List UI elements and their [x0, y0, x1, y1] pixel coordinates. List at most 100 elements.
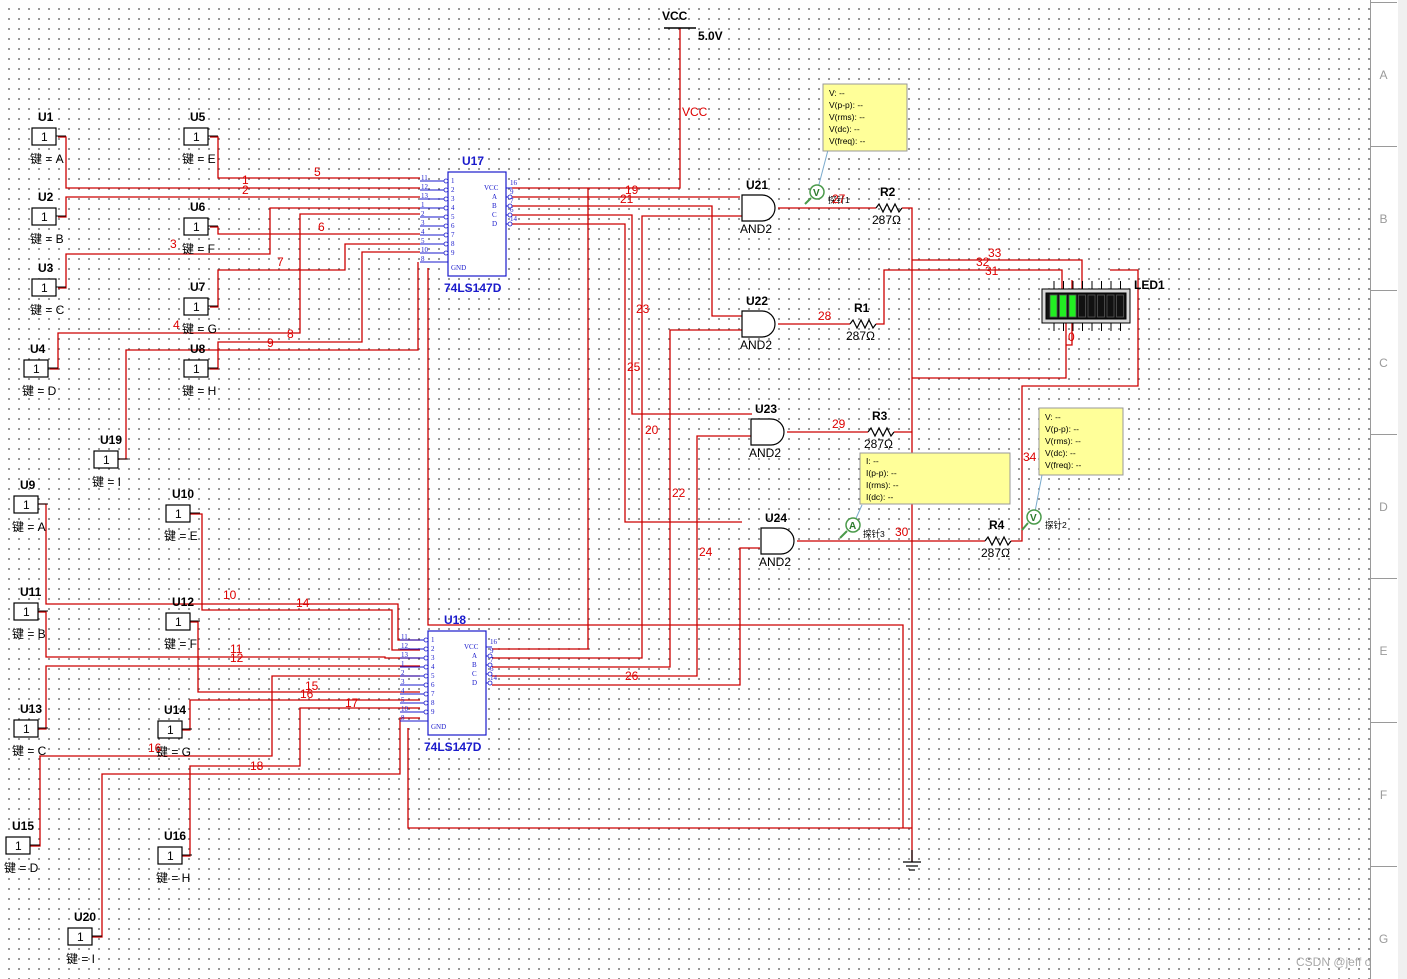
encoder-name: U18 — [444, 613, 466, 627]
pin-number: 6 — [490, 665, 494, 673]
zone-label: C — [1379, 356, 1388, 370]
probe-label: 探针2 — [1045, 520, 1067, 530]
pin-label: 3 — [431, 654, 435, 662]
readout-line: V(freq): -- — [1045, 460, 1082, 470]
led-bargraph[interactable]: LED1 — [1041, 278, 1165, 331]
probe-1-readout[interactable]: V: -- V(p-p): -- V(rms): -- V(dc): -- V(… — [822, 83, 908, 152]
switch-u16[interactable]: 1 U16 键 = H — [156, 829, 192, 885]
pin-number: 11 — [401, 633, 408, 641]
switch-name: U16 — [164, 829, 186, 843]
pin-number: 12 — [401, 642, 409, 650]
switch-u5[interactable]: 1 U5 键 = E — [182, 110, 218, 166]
switch-u3[interactable]: 1 U3 键 = C — [30, 261, 66, 317]
switch-key: 键 = B — [12, 627, 46, 641]
switch-u11[interactable]: 1 U11 键 = B — [12, 585, 48, 641]
and-gate-u22[interactable]: U22 AND2 — [740, 294, 776, 352]
switch-u1[interactable]: 1 U1 键 = A — [30, 110, 66, 166]
readout-line: I(rms): -- — [866, 480, 899, 490]
switch-u9[interactable]: 1 U9 键 = A — [12, 478, 48, 534]
pin-label: D — [492, 220, 497, 228]
net-label: 18 — [250, 759, 264, 773]
switch-state: 1 — [193, 220, 200, 234]
readout-line: V(p-p): -- — [1045, 424, 1079, 434]
switch-name: U14 — [164, 703, 186, 717]
resistor-name: R4 — [989, 518, 1005, 532]
switch-name: U12 — [172, 595, 194, 609]
probe-3[interactable]: A 探针3 — [839, 517, 885, 539]
schematic-drawing[interactable]: VCC 5.0V VCC 1U1键 = A 1U2键 = B 1U3键 = C 1U4… — [0, 0, 1370, 979]
switch-key: 键 = F — [182, 242, 215, 256]
resistor-r4[interactable]: R4 287Ω — [981, 518, 1012, 560]
encoder-u18[interactable]: U18 74LS147D 11 112 213 31 42 53 64 75 810 98GND … — [400, 613, 498, 754]
readout-line: V(p-p): -- — [829, 100, 863, 110]
and-gate-u24[interactable]: U24 AND2 — [759, 511, 795, 569]
probe-2-readout[interactable]: V: -- V(p-p): -- V(rms): -- V(dc): -- V(… — [1038, 407, 1124, 476]
resistor-r3[interactable]: R3 287Ω — [864, 409, 895, 451]
pin-number: 3 — [421, 219, 425, 227]
switch-name: U11 — [20, 585, 42, 599]
net-label: 21 — [620, 192, 634, 206]
encoder-u17[interactable]: U17 74LS147D 11 112 213 31 42 53 64 75 810 98GND … — [420, 154, 518, 295]
switch-u20[interactable]: 1 U20 键 = I — [66, 910, 102, 966]
zone-label: G — [1378, 932, 1389, 946]
net-label: 29 — [832, 417, 846, 431]
encoder-part: 74LS147D — [444, 281, 502, 295]
switch-state: 1 — [41, 281, 48, 295]
resistor-value: 287Ω — [846, 329, 875, 343]
ground-symbol[interactable] — [903, 850, 921, 871]
switch-u6[interactable]: 1 U6 键 = F — [182, 200, 218, 256]
switch-u4[interactable]: 1 U4 键 = D — [22, 342, 58, 398]
switch-state: 1 — [167, 849, 174, 863]
zone-label: A — [1379, 68, 1388, 82]
switch-key: 键 = A — [30, 152, 64, 166]
net-label: 20 — [645, 423, 659, 437]
readout-line: V(dc): -- — [1045, 448, 1076, 458]
switch-u10[interactable]: 1 U10 键 = E — [164, 487, 200, 543]
pin-label: 4 — [431, 663, 435, 671]
switch-u2[interactable]: 1 U2 键 = B — [30, 190, 66, 246]
pin-label: 1 — [431, 636, 435, 644]
readout-line: I: -- — [866, 456, 879, 466]
vcc-net-label: VCC — [682, 105, 708, 119]
switch-u19[interactable]: 1 U19 键 = I — [92, 433, 128, 489]
net-label: 27 — [832, 192, 846, 206]
probe-2[interactable]: V 探针2 — [1021, 509, 1067, 531]
pin-number: 4 — [421, 228, 425, 236]
pin-number: 16 — [490, 638, 498, 646]
pin-label: 5 — [451, 213, 455, 221]
readout-line: V(freq): -- — [829, 136, 866, 146]
net-label: 22 — [672, 486, 686, 500]
led-segment — [1116, 294, 1124, 318]
led-segment — [1097, 294, 1105, 318]
switch-state: 1 — [193, 300, 200, 314]
readout-line: V(rms): -- — [829, 112, 865, 122]
switch-u13[interactable]: 1 U13 键 = C — [12, 702, 48, 758]
zone-divider — [1370, 866, 1397, 867]
net-label: 17 — [345, 696, 359, 710]
readout-line: V: -- — [1045, 412, 1061, 422]
encoder-name: U17 — [462, 154, 484, 168]
switch-u14[interactable]: 1U14键 = G — [156, 703, 192, 759]
resistor-value: 287Ω — [864, 437, 893, 451]
resistor-r1[interactable]: R1 287Ω — [846, 301, 877, 343]
and-gate-u23[interactable]: U23 AND2 — [749, 402, 785, 460]
and-gate-u21[interactable]: U21 AND2 — [740, 178, 776, 236]
vcc-source[interactable]: VCC 5.0V VCC — [662, 9, 723, 119]
encoder-part: 74LS147D — [424, 740, 482, 754]
gate-part: AND2 — [740, 338, 772, 352]
switch-key: 键 = E — [164, 529, 198, 543]
net-label: 3 — [170, 237, 177, 251]
resistor-r2[interactable]: R2 287Ω — [872, 185, 903, 227]
led-segment — [1068, 294, 1077, 318]
pin-number: 14 — [490, 674, 498, 682]
switch-u15[interactable]: 1 U15 键 = D — [4, 819, 40, 875]
probe-3-readout[interactable]: I: -- I(p-p): -- I(rms): -- I(dc): -- — [859, 452, 1011, 505]
resistor-name: R3 — [872, 409, 888, 423]
pin-label: 8 — [451, 240, 455, 248]
switch-state: 1 — [77, 930, 84, 944]
switch-u7[interactable]: 1 U7 键 = G — [182, 280, 218, 336]
zone-label: E — [1379, 644, 1388, 658]
net-label: 5 — [314, 165, 321, 179]
net-label: 0 — [1068, 330, 1075, 344]
pin-number: 12 — [421, 183, 429, 191]
